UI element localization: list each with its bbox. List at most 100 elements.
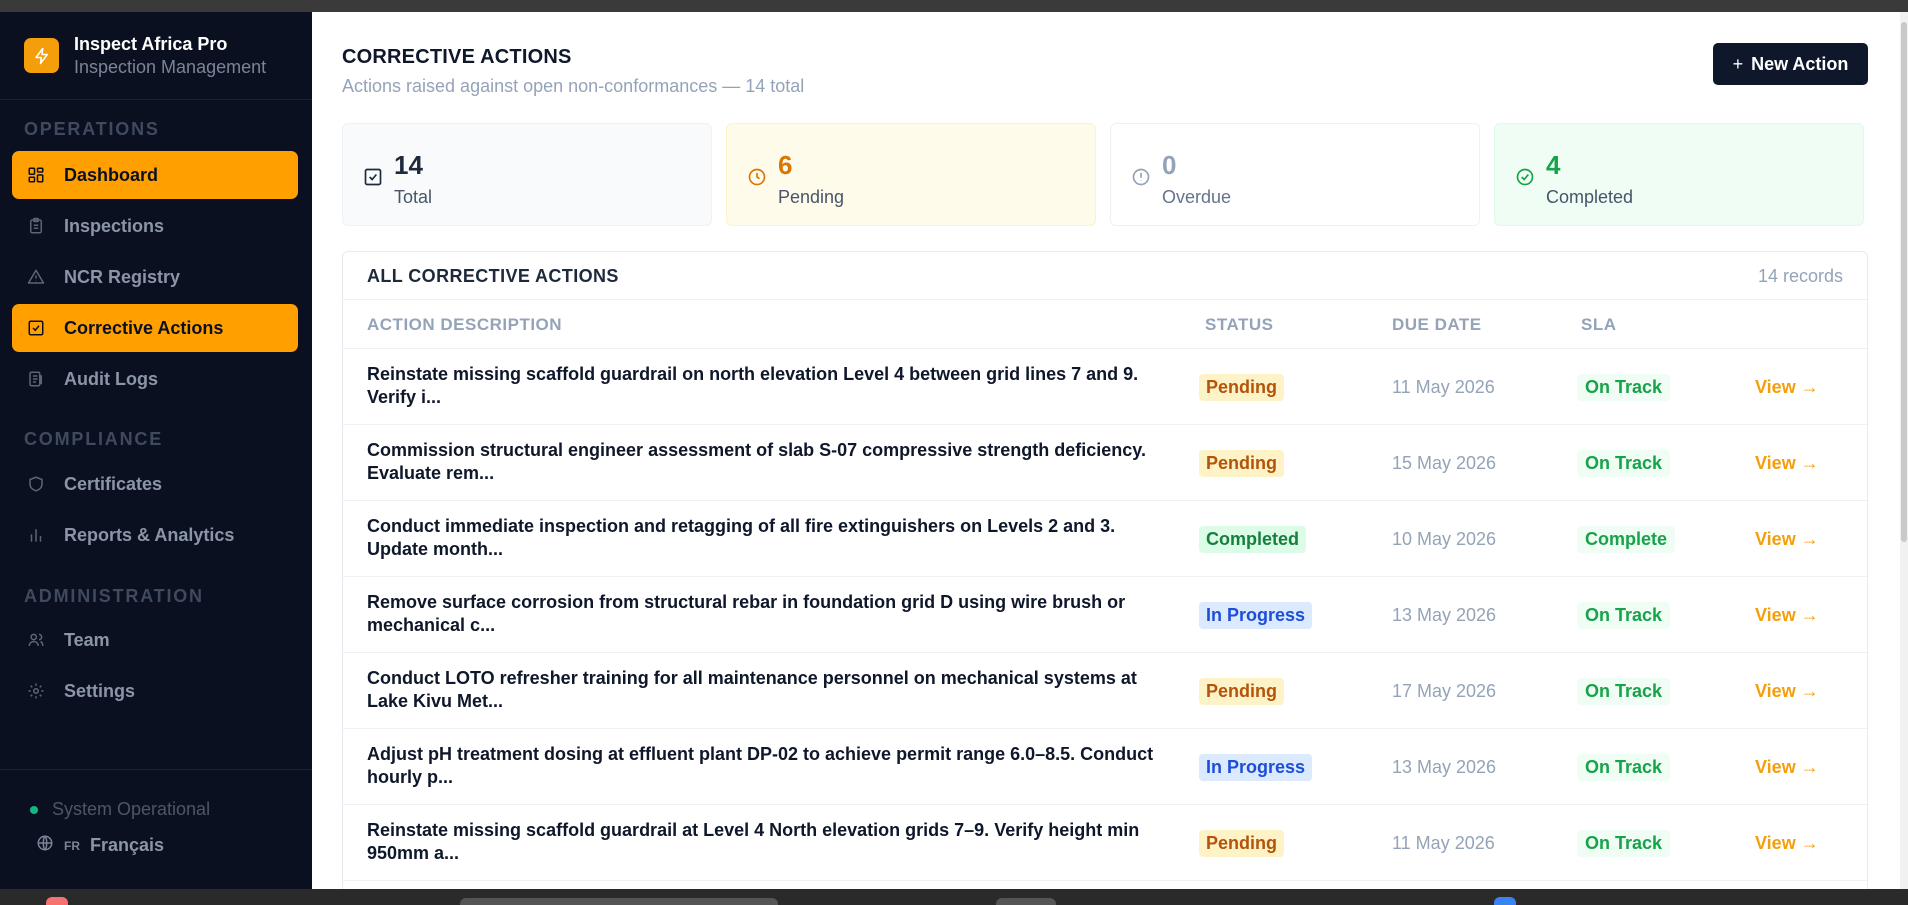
- check-circle-icon: [1516, 168, 1534, 186]
- taskbar-app-icon: [1494, 897, 1516, 905]
- sidebar-item-inspections[interactable]: Inspections: [12, 202, 298, 250]
- shield-icon: [26, 474, 46, 494]
- sidebar-item-certificates[interactable]: Certificates: [12, 460, 298, 508]
- sidebar-item-label: Settings: [64, 680, 136, 701]
- column-header-description: ACTION DESCRIPTION: [367, 315, 563, 334]
- globe-icon: [36, 834, 54, 857]
- action-description: Reinstate missing scaffold guardrail at …: [367, 820, 1140, 863]
- stat-label: Pending: [778, 187, 845, 207]
- stat-value: 6: [778, 150, 793, 180]
- table-row[interactable]: Adjust pH treatment dosing at effluent p…: [343, 729, 1867, 805]
- due-date: 13 May 2026: [1392, 757, 1497, 777]
- lightning-logo-icon: [24, 38, 59, 73]
- log-icon: [26, 369, 46, 389]
- status-badge: In Progress: [1199, 754, 1313, 781]
- due-date: 11 May 2026: [1392, 833, 1495, 853]
- stat-card-completed: 4 Completed: [1494, 123, 1864, 226]
- section-label-compliance: COMPLIANCE: [24, 429, 163, 449]
- view-link[interactable]: View →: [1755, 605, 1819, 626]
- table-title: ALL CORRECTIVE ACTIONS: [367, 266, 619, 286]
- sla-badge: On Track: [1577, 830, 1671, 857]
- view-link[interactable]: View →: [1755, 453, 1819, 474]
- users-icon: [26, 630, 46, 650]
- table-header-bar: ALL CORRECTIVE ACTIONS 14 records: [343, 252, 1867, 300]
- sidebar-item-label: Certificates: [64, 473, 163, 494]
- view-link[interactable]: View →: [1755, 681, 1819, 702]
- brand-subtitle: Inspection Management: [74, 56, 267, 77]
- status-badge: Completed: [1199, 526, 1307, 553]
- table-row[interactable]: Reinstate missing scaffold guardrail at …: [343, 805, 1867, 881]
- action-description: Commission structural engineer assessmen…: [367, 440, 1146, 483]
- sla-badge: On Track: [1577, 754, 1671, 781]
- section-label-operations: OPERATIONS: [24, 119, 160, 139]
- bar-chart-icon: [26, 525, 46, 545]
- sidebar-item-label: NCR Registry: [64, 266, 181, 287]
- gear-icon: [26, 681, 46, 701]
- table-row[interactable]: Commission structural engineer assessmen…: [343, 425, 1867, 501]
- taskbar-item: [996, 898, 1056, 905]
- sidebar-item-reports-analytics[interactable]: Reports & Analytics: [12, 511, 298, 559]
- view-link[interactable]: View →: [1755, 529, 1819, 550]
- stat-label: Completed: [1546, 187, 1634, 207]
- sidebar: Inspect Africa Pro Inspection Management…: [0, 12, 312, 889]
- scrollbar[interactable]: [1900, 12, 1908, 889]
- view-link[interactable]: View →: [1755, 833, 1819, 854]
- clock-icon: [748, 168, 766, 186]
- sidebar-item-label: Audit Logs: [64, 368, 158, 389]
- page-subtitle: Actions raised against open non-conforma…: [342, 76, 805, 96]
- record-count: 14 records: [1757, 266, 1843, 286]
- sla-badge: Complete: [1577, 526, 1676, 553]
- main-content: CORRECTIVE ACTIONS Actions raised agains…: [312, 12, 1908, 901]
- sidebar-item-dashboard[interactable]: Dashboard: [12, 151, 298, 199]
- column-header-sla: SLA: [1581, 315, 1617, 334]
- system-status-text: System Operational: [52, 799, 211, 819]
- due-date: 13 May 2026: [1392, 605, 1497, 625]
- system-status: System Operational: [30, 799, 210, 820]
- sidebar-item-settings[interactable]: Settings: [12, 667, 298, 715]
- due-date: 10 May 2026: [1392, 529, 1497, 549]
- plus-icon: +: [1732, 53, 1744, 74]
- status-badge: Pending: [1199, 374, 1284, 401]
- stat-label: Overdue: [1162, 187, 1232, 207]
- action-description: Conduct immediate inspection and retaggi…: [367, 516, 1116, 559]
- warning-icon: [26, 267, 46, 287]
- stat-value: 14: [394, 150, 423, 180]
- table-row[interactable]: Reinstate missing scaffold guardrail on …: [343, 349, 1867, 425]
- check-square-icon: [26, 318, 46, 338]
- sla-badge: On Track: [1577, 678, 1671, 705]
- section-label-administration: ADMINISTRATION: [24, 586, 204, 606]
- sidebar-item-corrective-actions[interactable]: Corrective Actions: [12, 304, 298, 352]
- stat-label: Total: [394, 187, 433, 207]
- stat-card-pending: 6 Pending: [726, 123, 1096, 226]
- sidebar-item-ncr-registry[interactable]: NCR Registry: [12, 253, 298, 301]
- action-description: Conduct LOTO refresher training for all …: [367, 668, 1137, 711]
- language-code: FR: [64, 838, 80, 853]
- sidebar-item-label: Reports & Analytics: [64, 524, 235, 545]
- language-label: Français: [90, 835, 165, 855]
- due-date: 15 May 2026: [1392, 453, 1497, 473]
- view-link[interactable]: View →: [1755, 757, 1819, 778]
- clipboard-icon: [26, 216, 46, 236]
- view-link[interactable]: View →: [1755, 377, 1819, 398]
- corrective-actions-table: ALL CORRECTIVE ACTIONS 14 records ACTION…: [342, 251, 1868, 901]
- new-action-button[interactable]: + New Action: [1713, 43, 1868, 85]
- taskbar-app-icon: [46, 897, 68, 905]
- sidebar-item-team[interactable]: Team: [12, 616, 298, 664]
- due-date: 11 May 2026: [1392, 377, 1495, 397]
- sla-badge: On Track: [1577, 602, 1671, 629]
- language-switcher[interactable]: FR Français: [36, 834, 164, 857]
- sidebar-item-audit-logs[interactable]: Audit Logs: [12, 355, 298, 403]
- table-row[interactable]: Conduct LOTO refresher training for all …: [343, 653, 1867, 729]
- table-row[interactable]: Remove surface corrosion from structural…: [343, 577, 1867, 653]
- sla-badge: On Track: [1577, 450, 1671, 477]
- stat-value: 0: [1162, 150, 1177, 180]
- table-body: Reinstate missing scaffold guardrail on …: [343, 349, 1867, 881]
- brand-title: Inspect Africa Pro: [74, 33, 228, 54]
- stat-card-total: 14 Total: [342, 123, 712, 226]
- scrollbar-thumb[interactable]: [1901, 22, 1907, 542]
- column-header-status: STATUS: [1205, 315, 1274, 334]
- page-title: CORRECTIVE ACTIONS: [342, 46, 572, 68]
- table-row[interactable]: Conduct immediate inspection and retaggi…: [343, 501, 1867, 577]
- action-description: Remove surface corrosion from structural…: [367, 592, 1126, 635]
- column-headers: ACTION DESCRIPTION STATUS DUE DATE SLA: [343, 300, 1867, 349]
